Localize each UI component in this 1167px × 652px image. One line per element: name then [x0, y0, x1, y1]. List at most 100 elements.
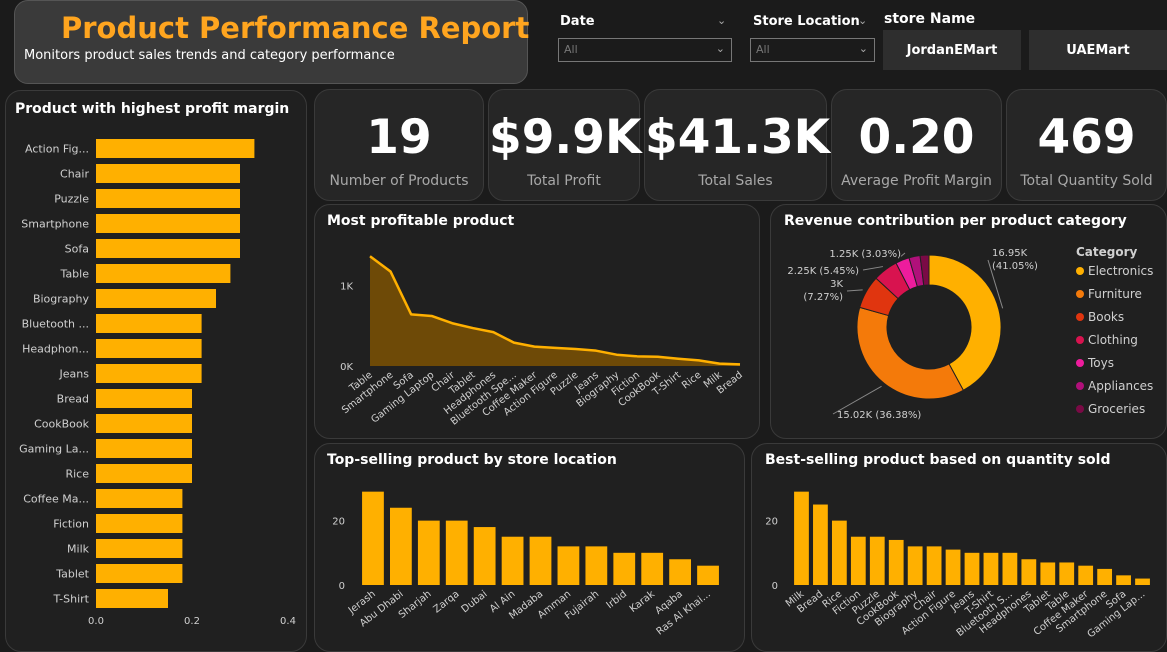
bar: [417, 520, 440, 585]
kpi-card-sales: $41.3K Total Sales: [644, 89, 830, 201]
bar: [831, 520, 847, 585]
bar: [96, 214, 240, 233]
bar: [96, 314, 202, 333]
bar: [813, 504, 828, 585]
chart-title: Product with highest profit margin: [15, 101, 290, 117]
chart-title: Top-selling product by store location: [327, 452, 617, 468]
axis-tick-label: Action Fig...: [25, 143, 89, 156]
axis-tick-label: 0: [339, 581, 345, 592]
report-header: Product Performance Report Monitors prod…: [14, 0, 529, 84]
leader-line: [846, 289, 863, 292]
bar: [697, 565, 719, 585]
axis-tick-label: Milk: [67, 543, 90, 556]
bar: [96, 414, 192, 433]
axis-tick-label: T-Shirt: [52, 593, 89, 606]
axis-tick-label: Puzzle: [54, 193, 89, 206]
profitable-product-panel: Most profitable product 1K 0K Table Smartph…: [314, 204, 760, 439]
bar: [96, 489, 183, 508]
page-subtitle: Monitors product sales trends and catego…: [24, 48, 395, 63]
bar: [96, 514, 183, 533]
profit-margin-chart: Action Fig... Chair Puzzle Smartphone Sofa Ta…: [19, 139, 296, 627]
bar: [907, 546, 923, 585]
area-fill: [370, 256, 740, 366]
bar: [96, 189, 240, 208]
data-label: 16.95K: [992, 248, 1028, 259]
legend-entry: Appliances: [1088, 379, 1153, 393]
chevron-down-icon: ⌄: [858, 42, 868, 55]
chart-title: Most profitable product: [327, 213, 515, 229]
bar: [869, 536, 885, 585]
bar: [96, 139, 255, 158]
legend-entry: Toys: [1087, 356, 1114, 370]
axis-tick-label: 20: [332, 517, 345, 528]
legend-marker: [1076, 336, 1084, 344]
data-label: 15.02K (36.38%): [837, 410, 921, 421]
store-button-uaemart[interactable]: UAEMart: [1029, 30, 1167, 70]
bar: [389, 507, 412, 585]
axis-tick-label: Rice: [65, 468, 89, 481]
store-location-panel: Top-selling product by store location Je…: [314, 443, 745, 652]
legend-marker: [1076, 290, 1084, 298]
bar: [96, 539, 183, 558]
bar: [794, 491, 809, 585]
date-dropdown[interactable]: All ⌄: [558, 38, 732, 62]
bar: [1078, 565, 1094, 585]
chevron-down-icon[interactable]: ⌄: [717, 14, 726, 27]
category-revenue-panel: Revenue contribution per product categor…: [770, 204, 1167, 439]
bar: [585, 546, 608, 585]
axis-tick-label: Fiction: [53, 518, 89, 531]
bar: [1021, 559, 1037, 585]
legend-entry: Books: [1088, 310, 1124, 324]
bar: [641, 552, 664, 585]
kpi-card-quantity: 469 Total Quantity Sold: [1006, 89, 1167, 201]
bar: [96, 239, 240, 258]
kpi-value: 0.20: [858, 110, 975, 165]
quantity-sold-panel: Best-selling product based on quantity s…: [751, 443, 1167, 652]
axis-tick-label: Tablet: [55, 568, 89, 581]
axis-tick-label: Coffee Ma...: [23, 493, 89, 506]
bar: [96, 564, 183, 583]
store-name-slicer-label: store Name: [884, 11, 976, 27]
legend-marker: [1076, 267, 1084, 275]
axis-tick-label: Biography: [33, 293, 90, 306]
data-label: (7.27%): [803, 292, 843, 303]
legend-entry: Furniture: [1088, 287, 1142, 301]
store-location-slicer-label: Store Location: [753, 14, 860, 29]
legend-entry: Groceries: [1088, 402, 1145, 416]
legend-entry: Electronics: [1088, 264, 1153, 278]
chevron-down-icon[interactable]: ⌄: [858, 14, 867, 27]
bar: [888, 539, 904, 585]
bar: [96, 464, 192, 483]
bar: [473, 527, 496, 585]
legend-entry: Clothing: [1088, 333, 1138, 347]
bar: [1002, 552, 1018, 585]
chevron-down-icon: ⌄: [715, 42, 725, 55]
bar: [926, 546, 942, 585]
store-location-chart: JerashAbu DhabiSharjahZarqaDubaiAl AinMa…: [332, 491, 719, 638]
bar: [1040, 562, 1056, 585]
bar: [1059, 562, 1075, 585]
bar: [945, 549, 961, 585]
legend-title: Category: [1076, 245, 1138, 259]
axis-tick-label: Sofa: [65, 243, 89, 256]
bar: [445, 520, 468, 585]
legend-marker: [1076, 405, 1084, 413]
bar: [501, 536, 524, 585]
store-location-dropdown[interactable]: All ⌄: [750, 38, 875, 62]
axis-tick-label: 0K: [340, 362, 353, 373]
data-label: 2.25K (5.45%): [787, 266, 859, 277]
axis-tick-label: CookBook: [34, 418, 90, 431]
axis-tick-label: Jeans: [59, 368, 90, 381]
bar: [96, 389, 192, 408]
axis-tick-label: Smartphone: [21, 218, 89, 231]
kpi-value: 469: [1037, 110, 1136, 165]
kpi-label: Total Quantity Sold: [1020, 173, 1153, 189]
kpi-card-margin: 0.20 Average Profit Margin: [831, 89, 1002, 201]
kpi-label: Total Sales: [698, 173, 773, 189]
kpi-label: Total Profit: [527, 173, 601, 189]
store-button-jordanemart[interactable]: JordanEMart: [883, 30, 1021, 70]
legend-marker: [1076, 382, 1084, 390]
date-slicer-label: Date: [560, 14, 595, 29]
axis-tick-label: 20: [765, 517, 778, 528]
bar: [613, 552, 636, 585]
